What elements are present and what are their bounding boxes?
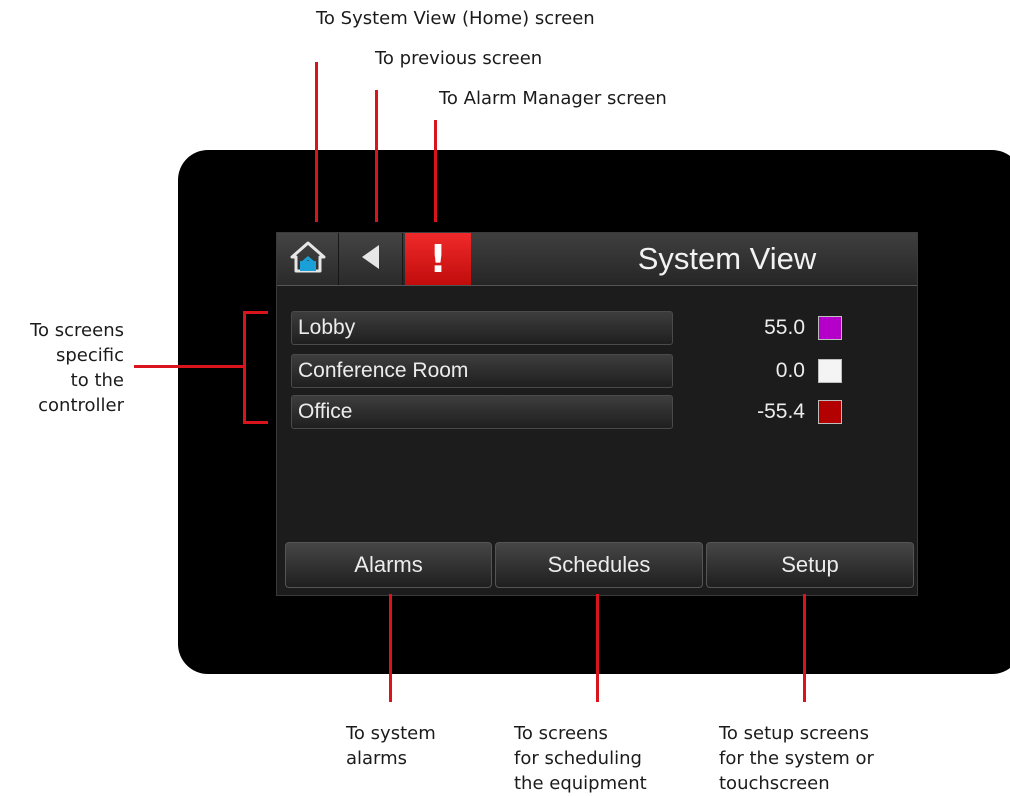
status-swatch-conference-room — [818, 359, 842, 383]
controller-row-conference-room[interactable]: Conference Room — [291, 354, 673, 388]
callout-previous: To previous screen — [375, 48, 543, 69]
alarm-exclamation-icon: ! — [429, 237, 447, 281]
home-icon — [290, 240, 326, 278]
callout-setup: To setup screens for the system or touch… — [719, 723, 874, 794]
controller-value-lobby: 55.0 — [764, 316, 805, 339]
callout-home: To System View (Home) screen — [316, 8, 595, 29]
back-arrow-icon — [359, 243, 383, 275]
home-button[interactable] — [277, 233, 339, 285]
bracket-top — [243, 311, 268, 314]
alarms-button[interactable]: Alarms — [285, 542, 492, 588]
leader-line-setup — [803, 594, 806, 702]
leader-line-previous — [375, 90, 378, 222]
controller-value-office: -55.4 — [757, 400, 805, 423]
status-swatch-office — [818, 400, 842, 424]
callout-system-alarms: To system alarms — [346, 723, 436, 769]
callout-scheduling: To screens for scheduling the equipment — [514, 723, 647, 794]
leader-line-alarm-manager — [434, 120, 437, 222]
bracket-bottom — [243, 421, 268, 424]
setup-button[interactable]: Setup — [706, 542, 914, 588]
leader-line-controller — [134, 365, 244, 368]
alarm-manager-button[interactable]: ! — [405, 233, 471, 285]
status-swatch-lobby — [818, 316, 842, 340]
controller-row-lobby[interactable]: Lobby — [291, 311, 673, 345]
bracket-vertical — [243, 311, 246, 424]
controller-value-conference-room: 0.0 — [775, 359, 805, 382]
callout-alarm-manager: To Alarm Manager screen — [439, 88, 667, 109]
leader-line-home — [315, 62, 318, 222]
leader-line-system-alarms — [389, 594, 392, 702]
leader-line-scheduling — [596, 594, 599, 702]
screen-title: System View — [637, 241, 817, 276]
callout-controller: To screens specific to the controller — [30, 320, 124, 416]
schedules-button[interactable]: Schedules — [495, 542, 703, 588]
system-view-screen: ! System View Lobby 55.0 Conference Room… — [276, 232, 918, 596]
controller-row-office[interactable]: Office — [291, 395, 673, 429]
back-button[interactable] — [339, 233, 403, 285]
title-bar: ! System View — [277, 233, 917, 286]
